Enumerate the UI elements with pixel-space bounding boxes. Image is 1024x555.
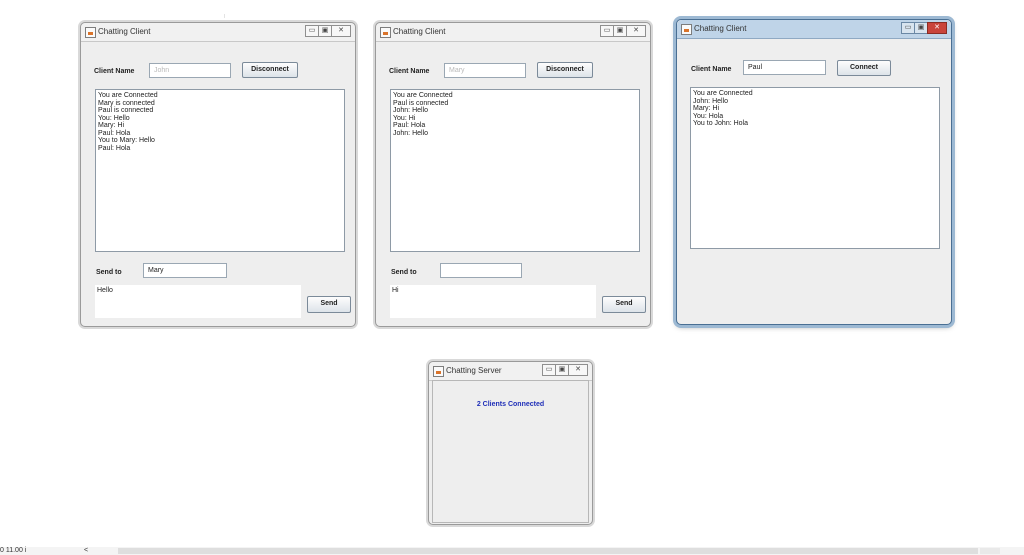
send-to-label: Send to <box>391 269 417 276</box>
server-panel: 2 Clients Connected <box>432 380 589 523</box>
window-title: Chatting Client <box>98 27 151 36</box>
client-name-field[interactable]: Paul <box>743 60 826 75</box>
send-button[interactable]: Send <box>602 296 646 313</box>
minimize-icon[interactable]: ▭ <box>542 364 556 376</box>
message-input[interactable]: Hi <box>390 285 596 318</box>
message-input[interactable]: Hello <box>95 285 301 318</box>
java-app-icon <box>380 27 391 38</box>
chat-line: You to Mary: Hello <box>98 137 155 144</box>
maximize-icon[interactable]: ▣ <box>318 25 332 37</box>
chat-line: John: Hello <box>693 97 729 105</box>
maximize-icon[interactable]: ▣ <box>613 25 627 37</box>
chat-line: Paul: Hola <box>98 144 131 152</box>
chat-line: You are Connected <box>693 90 753 97</box>
chat-line: You to John: Hola <box>693 120 749 127</box>
scrollbar-thumb[interactable] <box>980 548 1000 554</box>
close-icon[interactable]: ✕ <box>927 22 947 34</box>
minimize-icon[interactable]: ▭ <box>901 22 915 34</box>
client-name-label: Client Name <box>691 66 732 73</box>
bottom-strip: 0 11.00 i < <box>0 547 1024 555</box>
send-to-field[interactable]: Mary <box>143 263 227 278</box>
scroll-left-icon[interactable]: < <box>84 547 88 555</box>
client-window-john: Chatting Client ▭ ▣ ✕ Client Name John D… <box>80 22 356 327</box>
chat-line: You: Hi <box>393 114 416 122</box>
client-window-paul: Chatting Client ▭ ▣ ✕ Client Name Paul C… <box>676 19 952 325</box>
send-button[interactable]: Send <box>307 296 351 313</box>
client-name-label: Client Name <box>389 68 430 75</box>
chat-line: Paul is connected <box>393 99 449 107</box>
client-name-field[interactable]: John <box>149 63 231 78</box>
background-divider <box>224 14 225 18</box>
send-to-label: Send to <box>96 269 122 276</box>
window-title: Chatting Client <box>694 24 747 33</box>
client-window-mary: Chatting Client ▭ ▣ ✕ Client Name Mary D… <box>375 22 651 327</box>
chat-log[interactable]: You are Connected John: Hello Mary: Hi You:… <box>690 87 940 249</box>
chat-line: John: Hello <box>393 107 429 114</box>
bottom-strip-text: 0 11.00 i <box>0 547 27 554</box>
maximize-icon[interactable]: ▣ <box>555 364 569 376</box>
close-icon[interactable]: ✕ <box>568 364 588 376</box>
chat-line: You are Connected <box>98 92 158 99</box>
chat-line: Paul is connected <box>98 107 154 114</box>
client-name-field[interactable]: Mary <box>444 63 526 78</box>
server-window: Chatting Server ▭ ▣ ✕ 2 Clients Connecte… <box>428 361 593 525</box>
client-name-label: Client Name <box>94 68 135 75</box>
chat-line: You: Hello <box>98 114 130 122</box>
window-title: Chatting Server <box>446 366 502 375</box>
connection-status: 2 Clients Connected <box>476 401 545 408</box>
java-app-icon <box>85 27 96 38</box>
close-icon[interactable]: ✕ <box>331 25 351 37</box>
horizontal-scrollbar[interactable] <box>118 548 978 554</box>
chat-log[interactable]: You are Connected Mary is connected Paul i… <box>95 89 345 252</box>
chat-line: You are Connected <box>393 92 453 99</box>
chat-line: Mary is connected <box>98 99 155 107</box>
close-icon[interactable]: ✕ <box>626 25 646 37</box>
disconnect-button[interactable]: Disconnect <box>537 62 593 78</box>
minimize-icon[interactable]: ▭ <box>305 25 319 37</box>
chat-line: You: Hola <box>693 112 724 120</box>
java-app-icon <box>681 24 692 35</box>
titlebar[interactable]: Chatting Client ▭ ▣ ✕ <box>81 23 355 42</box>
chat-line: Paul: Hola <box>393 122 426 129</box>
chat-line: John: Hello <box>393 129 429 137</box>
chat-line: Paul: Hola <box>98 129 131 137</box>
maximize-icon[interactable]: ▣ <box>914 22 928 34</box>
titlebar[interactable]: Chatting Client ▭ ▣ ✕ <box>677 20 951 39</box>
chat-line: Mary: Hi <box>693 105 720 112</box>
connect-button[interactable]: Connect <box>837 60 891 76</box>
java-app-icon <box>433 366 444 377</box>
minimize-icon[interactable]: ▭ <box>600 25 614 37</box>
titlebar[interactable]: Chatting Server ▭ ▣ ✕ <box>429 362 592 381</box>
titlebar[interactable]: Chatting Client ▭ ▣ ✕ <box>376 23 650 42</box>
disconnect-button[interactable]: Disconnect <box>242 62 298 78</box>
chat-log[interactable]: You are Connected Paul is connected John: … <box>390 89 640 252</box>
window-title: Chatting Client <box>393 27 446 36</box>
send-to-field[interactable] <box>440 263 522 278</box>
chat-line: Mary: Hi <box>98 122 125 129</box>
